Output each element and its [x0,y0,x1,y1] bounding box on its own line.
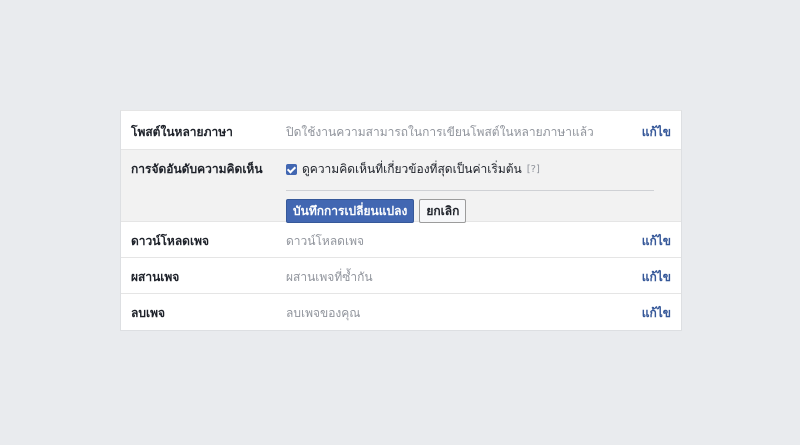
action-buttons: บันทึกการเปลี่ยนแปลง ยกเลิก [286,199,654,223]
comment-ranking-option: ดูความคิดเห็นที่เกี่ยวข้องที่สุดเป็นค่าเ… [286,160,654,179]
settings-row-comment-ranking: การจัดอันดับความคิดเห็น ดูความคิดเห็นที่… [121,150,681,223]
row-label: ลบเพจ [131,306,166,320]
settings-row-merge-pages: ผสานเพจ ผสานเพจที่ซ้ำกัน แก้ไข [121,258,681,294]
row-label: โพสต์ในหลายภาษา [131,125,233,139]
settings-row-download-page: ดาวน์โหลดเพจ ดาวน์โหลดเพจ แก้ไข [121,222,681,258]
row-value: ดาวน์โหลดเพจ [286,234,365,248]
settings-row-multilingual-posts: โพสต์ในหลายภาษา ปิดใช้งานความสามารถในการ… [121,111,681,150]
save-changes-button[interactable]: บันทึกการเปลี่ยนแปลง [286,199,415,223]
most-relevant-checkbox[interactable] [286,164,297,175]
edit-link[interactable]: แก้ไข [642,232,671,251]
edit-link[interactable]: แก้ไข [642,123,671,142]
edit-link[interactable]: แก้ไข [642,304,671,323]
cancel-button[interactable]: ยกเลิก [419,199,467,223]
row-value: ปิดใช้งานความสามารถในการเขียนโพสต์ในหลาย… [286,125,594,139]
settings-panel: โพสต์ในหลายภาษา ปิดใช้งานความสามารถในการ… [120,110,682,331]
help-link[interactable]: [?] [527,164,540,175]
row-label: ผสานเพจ [131,270,180,284]
row-value: ผสานเพจที่ซ้ำกัน [286,270,373,284]
settings-row-remove-page: ลบเพจ ลบเพจของคุณ แก้ไข [121,294,681,330]
comment-ranking-editor: ดูความคิดเห็นที่เกี่ยวข้องที่สุดเป็นค่าเ… [286,160,654,223]
row-label: ดาวน์โหลดเพจ [131,234,210,248]
row-label: การจัดอันดับความคิดเห็น [131,162,263,176]
divider [286,190,654,191]
row-value: ลบเพจของคุณ [286,306,361,320]
checkbox-label[interactable]: ดูความคิดเห็นที่เกี่ยวข้องที่สุดเป็นค่าเ… [302,160,522,179]
edit-link[interactable]: แก้ไข [642,268,671,287]
